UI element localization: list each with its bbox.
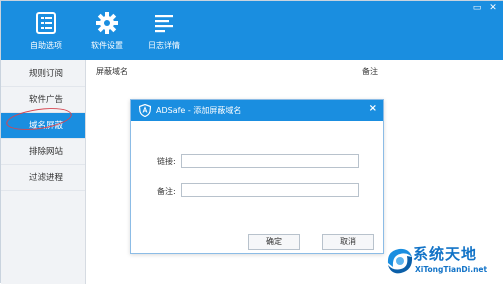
toolbar-label: 自助选项 <box>30 41 62 50</box>
top-toolbar: 自助选项 软件设置 日志详情 ▭ ✕ <box>1 1 503 60</box>
watermark-logo-icon <box>387 248 413 274</box>
note-input[interactable] <box>181 183 359 197</box>
watermark-title: 系统天地 <box>413 245 478 263</box>
toolbar-log-details[interactable]: 日志详情 <box>134 12 194 56</box>
ok-button[interactable]: 确定 <box>248 234 300 250</box>
cancel-button[interactable]: 取消 <box>322 234 374 250</box>
column-header-note: 备注 <box>362 67 378 76</box>
link-label: 链接: <box>157 157 176 166</box>
note-label: 备注: <box>157 187 176 196</box>
sidebar-item-label: 过滤进程 <box>29 173 64 183</box>
app-window: 自助选项 软件设置 日志详情 ▭ ✕ 规则订阅 软件广告 域名屏蔽 排除网站 过… <box>0 0 503 284</box>
close-button[interactable]: ✕ <box>487 3 499 13</box>
site-watermark: 系统天地 XiTongTianDi.net <box>385 241 503 281</box>
watermark-url: XiTongTianDi.net <box>415 265 488 274</box>
dialog-close-icon[interactable]: × <box>369 103 377 114</box>
minimize-button[interactable]: ▭ <box>471 3 483 13</box>
dialog-title: ADSafe - 添加屏蔽域名 <box>156 106 242 115</box>
dialog-titlebar: ADSafe - 添加屏蔽域名 × <box>131 100 383 121</box>
toolbar-label: 日志详情 <box>148 41 180 50</box>
sidebar-item-label: 排除网站 <box>29 147 64 157</box>
log-icon <box>155 15 173 33</box>
sidebar-item-exclude-sites[interactable]: 排除网站 <box>1 139 85 165</box>
toolbar-self-help[interactable]: 自助选项 <box>16 12 76 56</box>
list-icon <box>36 12 56 34</box>
gear-icon <box>96 12 118 34</box>
toolbar-label: 软件设置 <box>91 41 123 50</box>
sidebar-item-label: 软件广告 <box>29 95 64 105</box>
shield-icon <box>139 104 151 117</box>
sidebar: 规则订阅 软件广告 域名屏蔽 排除网站 过滤进程 <box>1 60 86 284</box>
sidebar-item-rule-subscription[interactable]: 规则订阅 <box>1 61 85 87</box>
toolbar-software-settings[interactable]: 软件设置 <box>77 12 137 56</box>
column-header-domain: 屏蔽域名 <box>96 67 128 76</box>
sidebar-item-filter-process[interactable]: 过滤进程 <box>1 165 85 191</box>
sidebar-item-label: 规则订阅 <box>29 69 64 79</box>
add-blocked-domain-dialog: ADSafe - 添加屏蔽域名 × 链接: 备注: 确定 取消 <box>130 99 384 254</box>
link-input[interactable] <box>181 154 359 168</box>
